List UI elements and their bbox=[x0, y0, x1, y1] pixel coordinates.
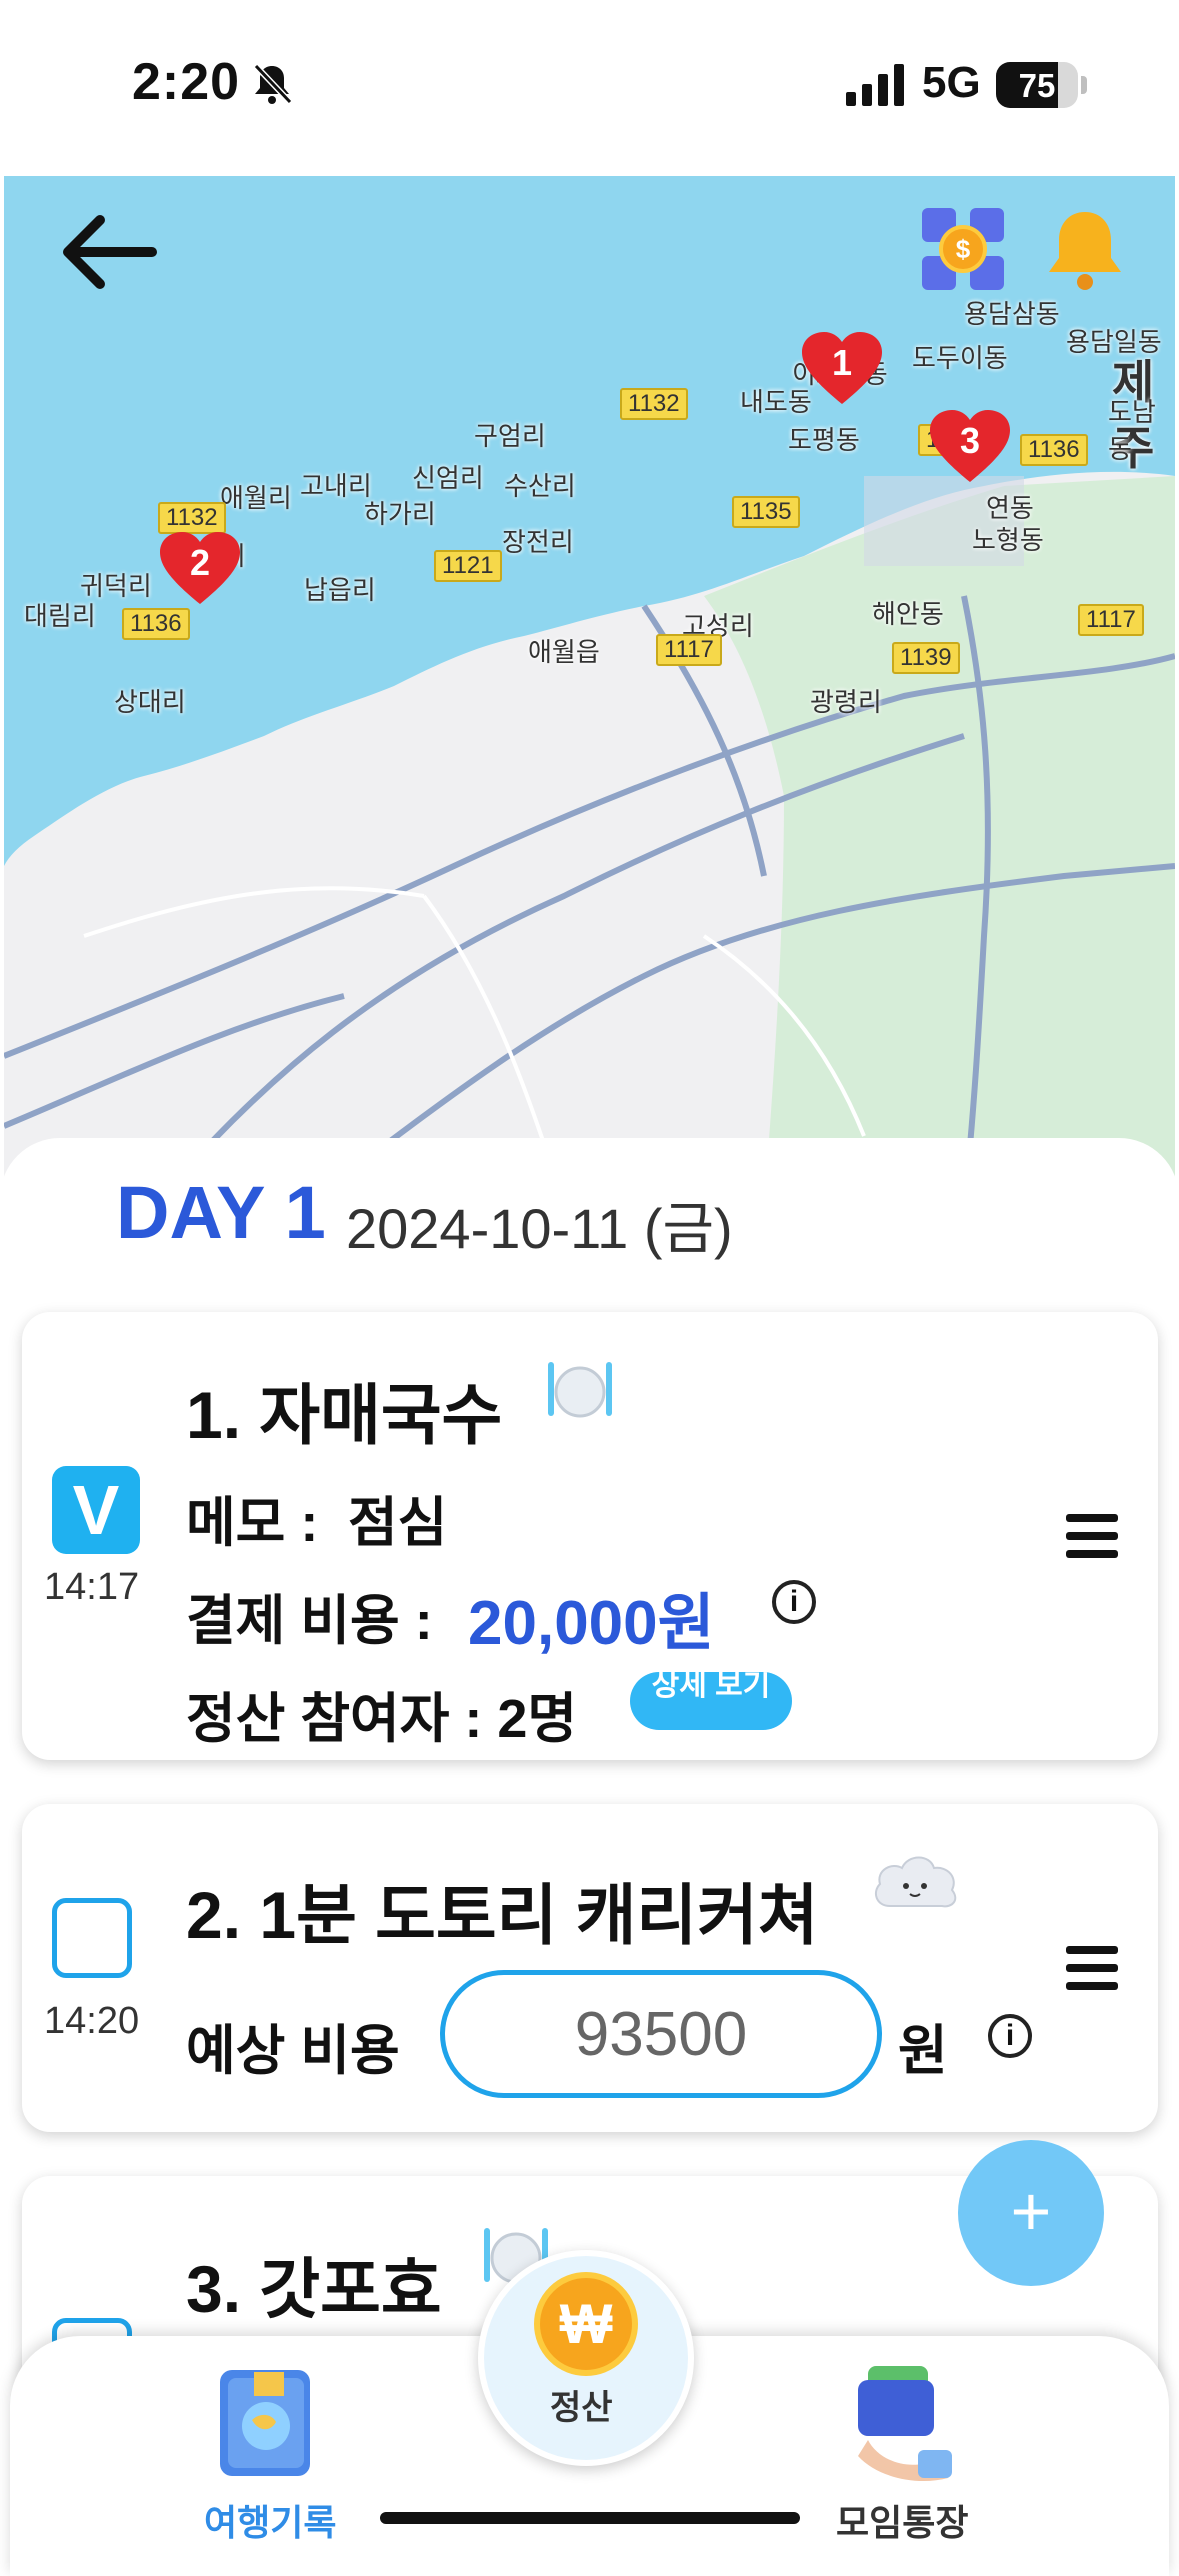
nav-group-account[interactable]: 모임통장 bbox=[836, 2494, 968, 2546]
map-place-label: 도남동 bbox=[1108, 397, 1156, 464]
status-time: 2:20 bbox=[132, 53, 241, 111]
road-number-badge: 1121 bbox=[434, 550, 502, 582]
map-place-label: 납읍리 bbox=[304, 575, 376, 605]
map-pin-heart-icon[interactable]: 1 bbox=[800, 330, 884, 406]
map-place-label: 대림리 bbox=[24, 601, 96, 631]
home-indicator[interactable] bbox=[380, 2512, 800, 2524]
map-place-label: 하가리 bbox=[364, 499, 436, 529]
map-pin-heart-icon[interactable]: 2 bbox=[158, 530, 242, 606]
drag-handle-icon[interactable] bbox=[1066, 1514, 1118, 1558]
item-2-checkbox[interactable] bbox=[52, 1898, 132, 1978]
item-1-cost: 20,000원 bbox=[468, 1589, 715, 1658]
map-place-label: 도두이동 bbox=[912, 343, 1008, 373]
item-2-cost-label: 예상 비용 bbox=[186, 2021, 400, 2081]
info-icon[interactable]: i bbox=[988, 2014, 1032, 2058]
item-1-participants: 정산 참여자 : 2명 bbox=[186, 1689, 578, 1749]
day-label: DAY 1 bbox=[116, 1171, 326, 1254]
item-1-cost-label: 결제 비용 : bbox=[186, 1591, 433, 1651]
road-number-badge: 1117 bbox=[656, 634, 722, 666]
road-number-badge: 1136 bbox=[1020, 434, 1088, 466]
svg-text:$: $ bbox=[956, 234, 971, 264]
travel-log-icon[interactable] bbox=[214, 2364, 318, 2480]
network-type: 5G bbox=[922, 58, 981, 107]
cloud-icon bbox=[874, 1856, 957, 1908]
road-number-badge: 1132 bbox=[620, 388, 688, 420]
item-2-unit: 원 bbox=[898, 2021, 948, 2081]
qr-payment-icon[interactable]: $ bbox=[918, 204, 1008, 294]
item-3-title: 3. 갓포효 bbox=[186, 2252, 442, 2326]
item-1-time: 14:17 bbox=[44, 1566, 140, 1608]
item-2-cost-input[interactable] bbox=[440, 1970, 882, 2098]
won-coin-icon[interactable]: ₩ bbox=[534, 2272, 638, 2376]
map-place-label: 해안동 bbox=[872, 599, 944, 629]
map-place-label: 구엄리 bbox=[474, 421, 546, 451]
map-view[interactable]: 용담삼동용담일동도두이동제주이호일동내도동도남동구엄리도평동연동고내리신엄리수산… bbox=[4, 176, 1175, 1206]
map-place-label: 애월읍 bbox=[528, 637, 600, 667]
detail-view-button[interactable]: 상세 보기 bbox=[630, 1672, 792, 1730]
map-pin-heart-icon[interactable]: 3 bbox=[928, 408, 1012, 484]
item-2-title: 2. 1분 도토리 캐리커쳐 bbox=[186, 1878, 819, 1952]
map-place-label: 신엄리 bbox=[412, 463, 484, 493]
item-1-title: 1. 자매국수 bbox=[186, 1378, 503, 1452]
road-number-badge: 1139 bbox=[892, 642, 960, 674]
add-schedule-button[interactable]: + bbox=[958, 2140, 1104, 2286]
item-1-memo: 점심 bbox=[348, 1493, 448, 1553]
back-arrow-icon[interactable] bbox=[60, 212, 160, 292]
plate-icon bbox=[548, 1362, 612, 1418]
map-place-label: 노형동 bbox=[972, 525, 1044, 555]
info-icon[interactable]: i bbox=[772, 1580, 816, 1624]
settle-label[interactable]: 정산 bbox=[550, 2380, 613, 2429]
map-place-label: 애월리 bbox=[220, 483, 292, 513]
battery-tip bbox=[1081, 76, 1087, 94]
map-pin-number: 2 bbox=[189, 542, 211, 583]
map-place-label: 광령리 bbox=[810, 687, 882, 717]
map-place-label: 도평동 bbox=[788, 425, 860, 455]
cell-signal-icon bbox=[846, 64, 904, 106]
map-place-label: 장전리 bbox=[502, 527, 574, 557]
map-place-label: 고내리 bbox=[300, 471, 372, 501]
road-number-badge: 1135 bbox=[732, 496, 800, 528]
road-number-badge: 1117 bbox=[1078, 604, 1144, 636]
map-pin-number: 3 bbox=[959, 420, 981, 461]
drag-handle-icon[interactable] bbox=[1066, 1946, 1118, 1990]
nav-travel-log[interactable]: 여행기록 bbox=[204, 2494, 336, 2546]
wallet-icon[interactable] bbox=[848, 2360, 954, 2484]
map-place-label: 용담삼동 bbox=[964, 299, 1060, 329]
map-place-label: 수산리 bbox=[504, 471, 576, 501]
item-1-memo-label: 메모 : bbox=[186, 1493, 319, 1553]
road-number-badge: 1136 bbox=[122, 608, 190, 640]
battery-level: 75 bbox=[1018, 67, 1056, 104]
battery-icon: 75 bbox=[996, 62, 1078, 108]
item-2-time: 14:20 bbox=[44, 2000, 140, 2042]
map-place-label: 상대리 bbox=[114, 687, 186, 717]
bell-muted-icon bbox=[253, 63, 293, 105]
item-1-checkbox[interactable]: V bbox=[52, 1466, 140, 1554]
notification-bell-icon[interactable] bbox=[1040, 204, 1130, 294]
day-date: 2024-10-11 (금) bbox=[346, 1197, 733, 1260]
map-pin-number: 1 bbox=[831, 342, 853, 383]
